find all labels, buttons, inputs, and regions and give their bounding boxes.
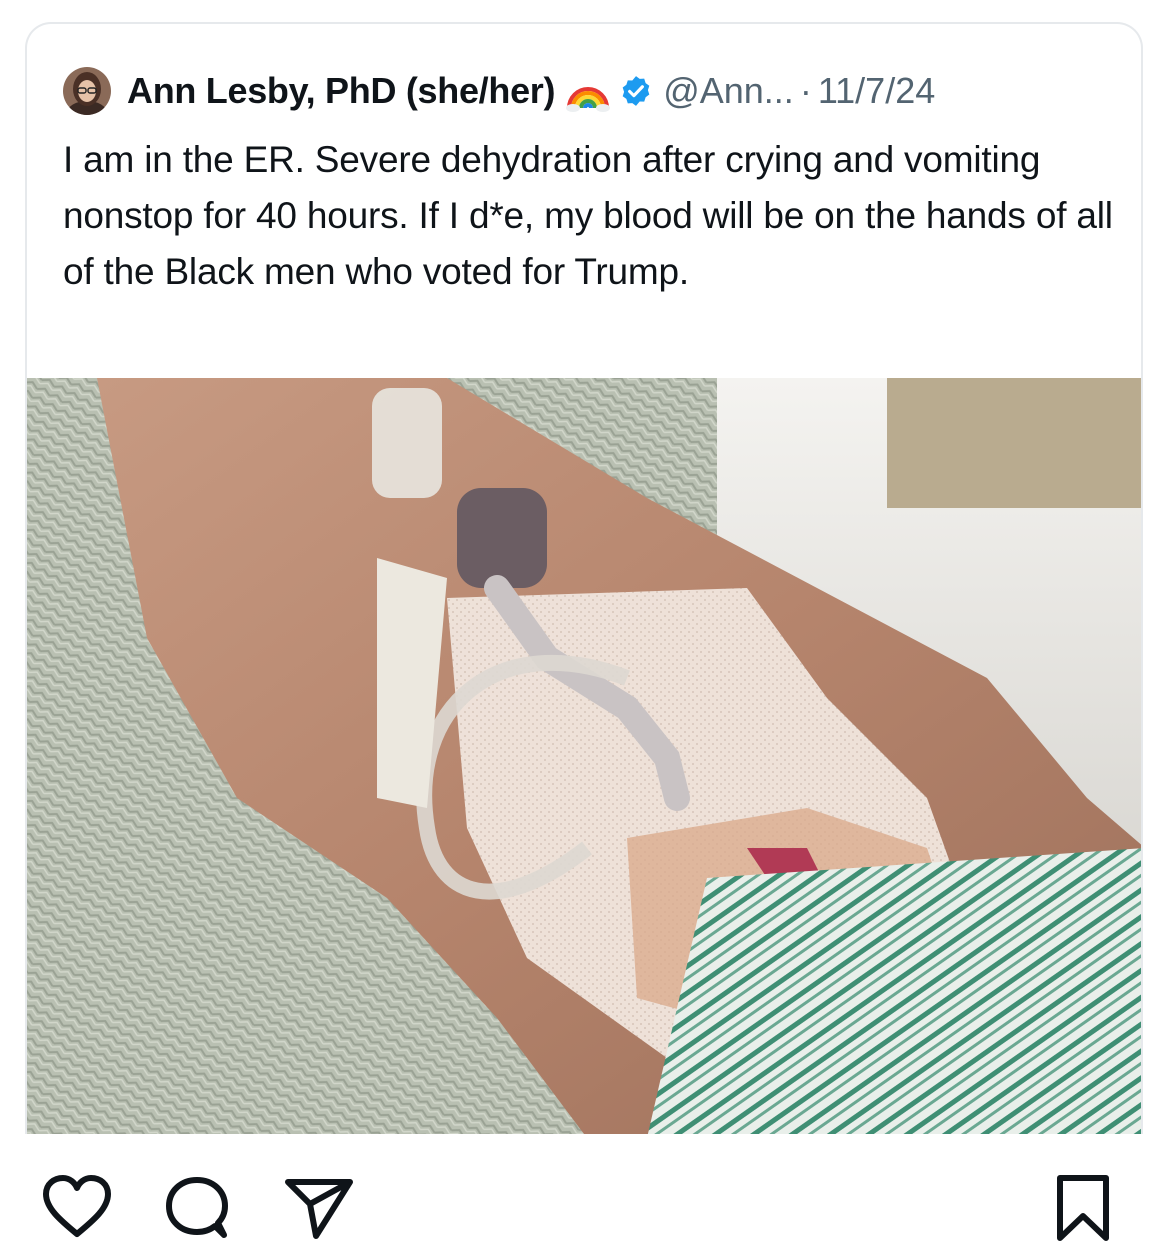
tweet-date[interactable]: 11/7/24: [818, 70, 935, 112]
comment-bubble-icon[interactable]: [160, 1172, 234, 1247]
heart-icon[interactable]: [40, 1174, 114, 1245]
separator-dot: ·: [799, 70, 812, 111]
author-avatar[interactable]: [63, 67, 111, 115]
tweet-body: I am in the ER. Severe dehydration after…: [63, 139, 1113, 292]
tweet-photo[interactable]: [27, 378, 1141, 1134]
rainbow-icon: [565, 68, 611, 114]
author-name[interactable]: Ann Lesby, PhD (she/her): [127, 70, 556, 112]
bookmark-icon[interactable]: [1052, 1172, 1114, 1249]
paper-plane-icon[interactable]: [282, 1174, 356, 1245]
author-handle[interactable]: @Ann...: [663, 70, 794, 112]
embedded-tweet-card[interactable]: Ann Lesby, PhD (she/her) @Ann... · 11/7/…: [25, 22, 1143, 1134]
verified-badge-icon: [619, 74, 653, 108]
post-action-bar: [0, 1160, 1170, 1250]
tweet-header: Ann Lesby, PhD (she/her) @Ann... · 11/7/…: [63, 66, 935, 116]
